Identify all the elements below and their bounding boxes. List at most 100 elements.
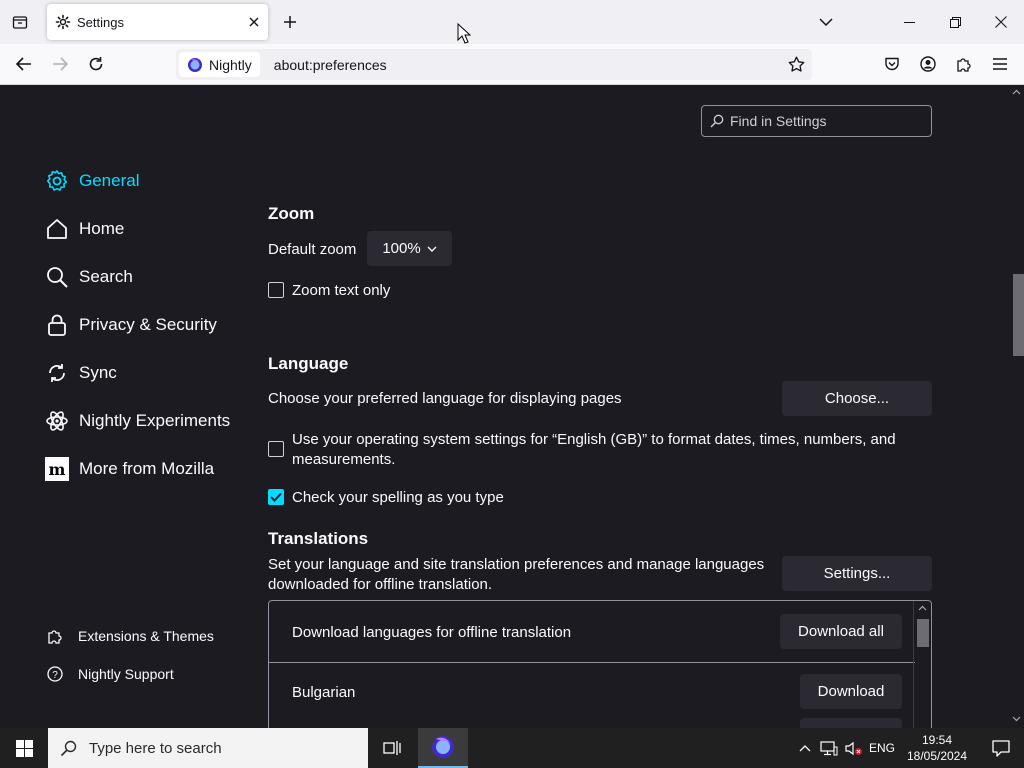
zoom-value: 100% — [382, 240, 421, 257]
nightly-support-link[interactable]: ? Nightly Support — [46, 665, 174, 683]
translations-download-list: Download languages for offline translati… — [268, 600, 932, 728]
sidebar-item-label: Sync — [79, 363, 117, 382]
find-in-settings-input[interactable]: Find in Settings — [701, 105, 932, 137]
translations-description-line1: Set your language and site translation p… — [268, 556, 765, 573]
search-icon — [45, 265, 69, 289]
taskbar-search-box[interactable]: Type here to search — [48, 728, 368, 768]
app-menu-button[interactable] — [984, 48, 1016, 80]
taskbar-clock[interactable]: 19:54 18/05/2024 — [898, 732, 976, 764]
os-locale-checkbox[interactable] — [268, 441, 284, 457]
translations-scrollbar[interactable] — [913, 601, 931, 728]
svg-text:?: ? — [52, 670, 58, 681]
preferences-page: Find in Settings General Home Search Pri… — [0, 85, 1024, 728]
windows-logo-icon — [15, 739, 33, 757]
nightly-logo-icon — [432, 736, 454, 758]
download-all-button[interactable]: Download all — [780, 614, 902, 649]
url-bar[interactable]: Nightly about:preferences — [176, 49, 812, 80]
tab-title: Settings — [77, 14, 124, 30]
list-all-tabs-button[interactable] — [812, 0, 840, 44]
close-tab-button[interactable] — [240, 8, 268, 36]
input-language-indicator[interactable]: ENG — [866, 728, 898, 768]
show-hidden-icons-button[interactable] — [796, 728, 814, 768]
translations-heading: Translations — [268, 529, 369, 548]
pocket-icon — [885, 57, 899, 71]
scroll-thumb[interactable] — [917, 619, 929, 647]
plus-icon — [284, 16, 296, 28]
firefox-view-button[interactable] — [0, 0, 40, 44]
search-placeholder: Find in Settings — [730, 113, 827, 129]
tab-settings[interactable]: Settings — [47, 4, 268, 40]
row-divider — [269, 662, 915, 663]
close-icon — [995, 16, 1007, 28]
reload-button[interactable] — [80, 48, 112, 80]
puzzle-icon — [957, 58, 971, 72]
sidebar-item-home[interactable]: Home — [45, 217, 124, 241]
minimize-icon — [903, 21, 915, 23]
back-button[interactable] — [8, 48, 40, 80]
identity-label: Nightly — [209, 56, 252, 73]
default-zoom-select[interactable]: 100% — [367, 231, 452, 266]
translations-description-line2: downloaded for offline translation. — [268, 576, 493, 593]
extensions-button[interactable] — [948, 48, 980, 80]
page-scrollbar[interactable] — [1007, 85, 1024, 728]
zoom-text-only-label: Zoom text only — [292, 282, 391, 299]
sidebar-item-experiments[interactable]: Nightly Experiments — [45, 409, 230, 433]
new-tab-button[interactable] — [276, 0, 304, 44]
identity-box[interactable]: Nightly — [179, 52, 260, 77]
close-window-button[interactable] — [978, 0, 1024, 44]
language-description: Choose your preferred language for displ… — [268, 390, 622, 407]
account-icon — [920, 56, 936, 72]
windows-taskbar: Type here to search ENG 19:54 18/05/2024 — [0, 728, 1024, 768]
nightly-taskbar-button[interactable] — [418, 728, 468, 768]
mouse-cursor-icon — [457, 23, 471, 44]
sidebar-item-label: More from Mozilla — [79, 459, 215, 478]
translation-settings-button[interactable]: Settings... — [782, 556, 932, 591]
url-text[interactable]: about:preferences — [274, 57, 780, 73]
experiments-icon — [45, 409, 69, 433]
chevron-up-icon — [799, 744, 811, 751]
chevron-down-icon — [427, 246, 437, 252]
language-heading: Language — [268, 354, 349, 373]
sidebar-item-label: General — [79, 171, 140, 190]
sidebar-item-sync[interactable]: Sync — [45, 361, 117, 385]
restore-button[interactable] — [932, 0, 978, 44]
pocket-button[interactable] — [876, 48, 908, 80]
start-button[interactable] — [0, 728, 48, 768]
minimize-button[interactable] — [886, 0, 932, 44]
gear-icon — [45, 169, 69, 193]
volume-muted-icon — [845, 741, 862, 755]
spell-check-checkbox[interactable] — [268, 489, 284, 505]
zoom-text-only-checkbox[interactable] — [268, 282, 284, 298]
sidebar-item-search[interactable]: Search — [45, 265, 133, 289]
forward-arrow-icon — [53, 57, 68, 71]
extensions-themes-link[interactable]: Extensions & Themes — [46, 627, 214, 645]
os-locale-label-line2: measurements. — [292, 451, 396, 468]
network-button[interactable] — [818, 728, 840, 768]
choose-language-button[interactable]: Choose... — [782, 381, 932, 416]
sidebar-item-label: Privacy & Security — [79, 315, 217, 334]
sidebar-item-general[interactable]: General — [45, 169, 139, 193]
scroll-up-arrow-icon — [918, 605, 927, 611]
default-zoom-label: Default zoom — [268, 241, 357, 258]
notifications-button[interactable] — [978, 728, 1024, 768]
sync-icon — [45, 361, 69, 385]
nav-bar: Nightly about:preferences — [0, 44, 1024, 85]
firefox-view-icon — [12, 16, 28, 29]
download-bulgarian-button[interactable]: Download — [800, 674, 902, 709]
gear-icon — [55, 14, 71, 30]
sidebar-item-label: Search — [79, 267, 133, 286]
restore-icon — [949, 16, 961, 28]
sidebar-item-more-from-mozilla[interactable]: m More from Mozilla — [45, 457, 214, 481]
bookmark-star-button[interactable] — [780, 49, 812, 80]
sidebar-item-privacy[interactable]: Privacy & Security — [45, 313, 217, 337]
forward-button[interactable] — [44, 48, 76, 80]
scroll-up-arrow-icon — [1012, 89, 1021, 95]
volume-button[interactable] — [843, 728, 865, 768]
download-next-language-button[interactable] — [800, 718, 902, 728]
clock-time: 19:54 — [921, 733, 953, 747]
scroll-thumb[interactable] — [1013, 274, 1024, 356]
account-button[interactable] — [912, 48, 944, 80]
sidebar-item-label: Home — [79, 219, 125, 238]
task-view-button[interactable] — [370, 728, 414, 768]
tab-strip: Settings — [0, 0, 1024, 44]
